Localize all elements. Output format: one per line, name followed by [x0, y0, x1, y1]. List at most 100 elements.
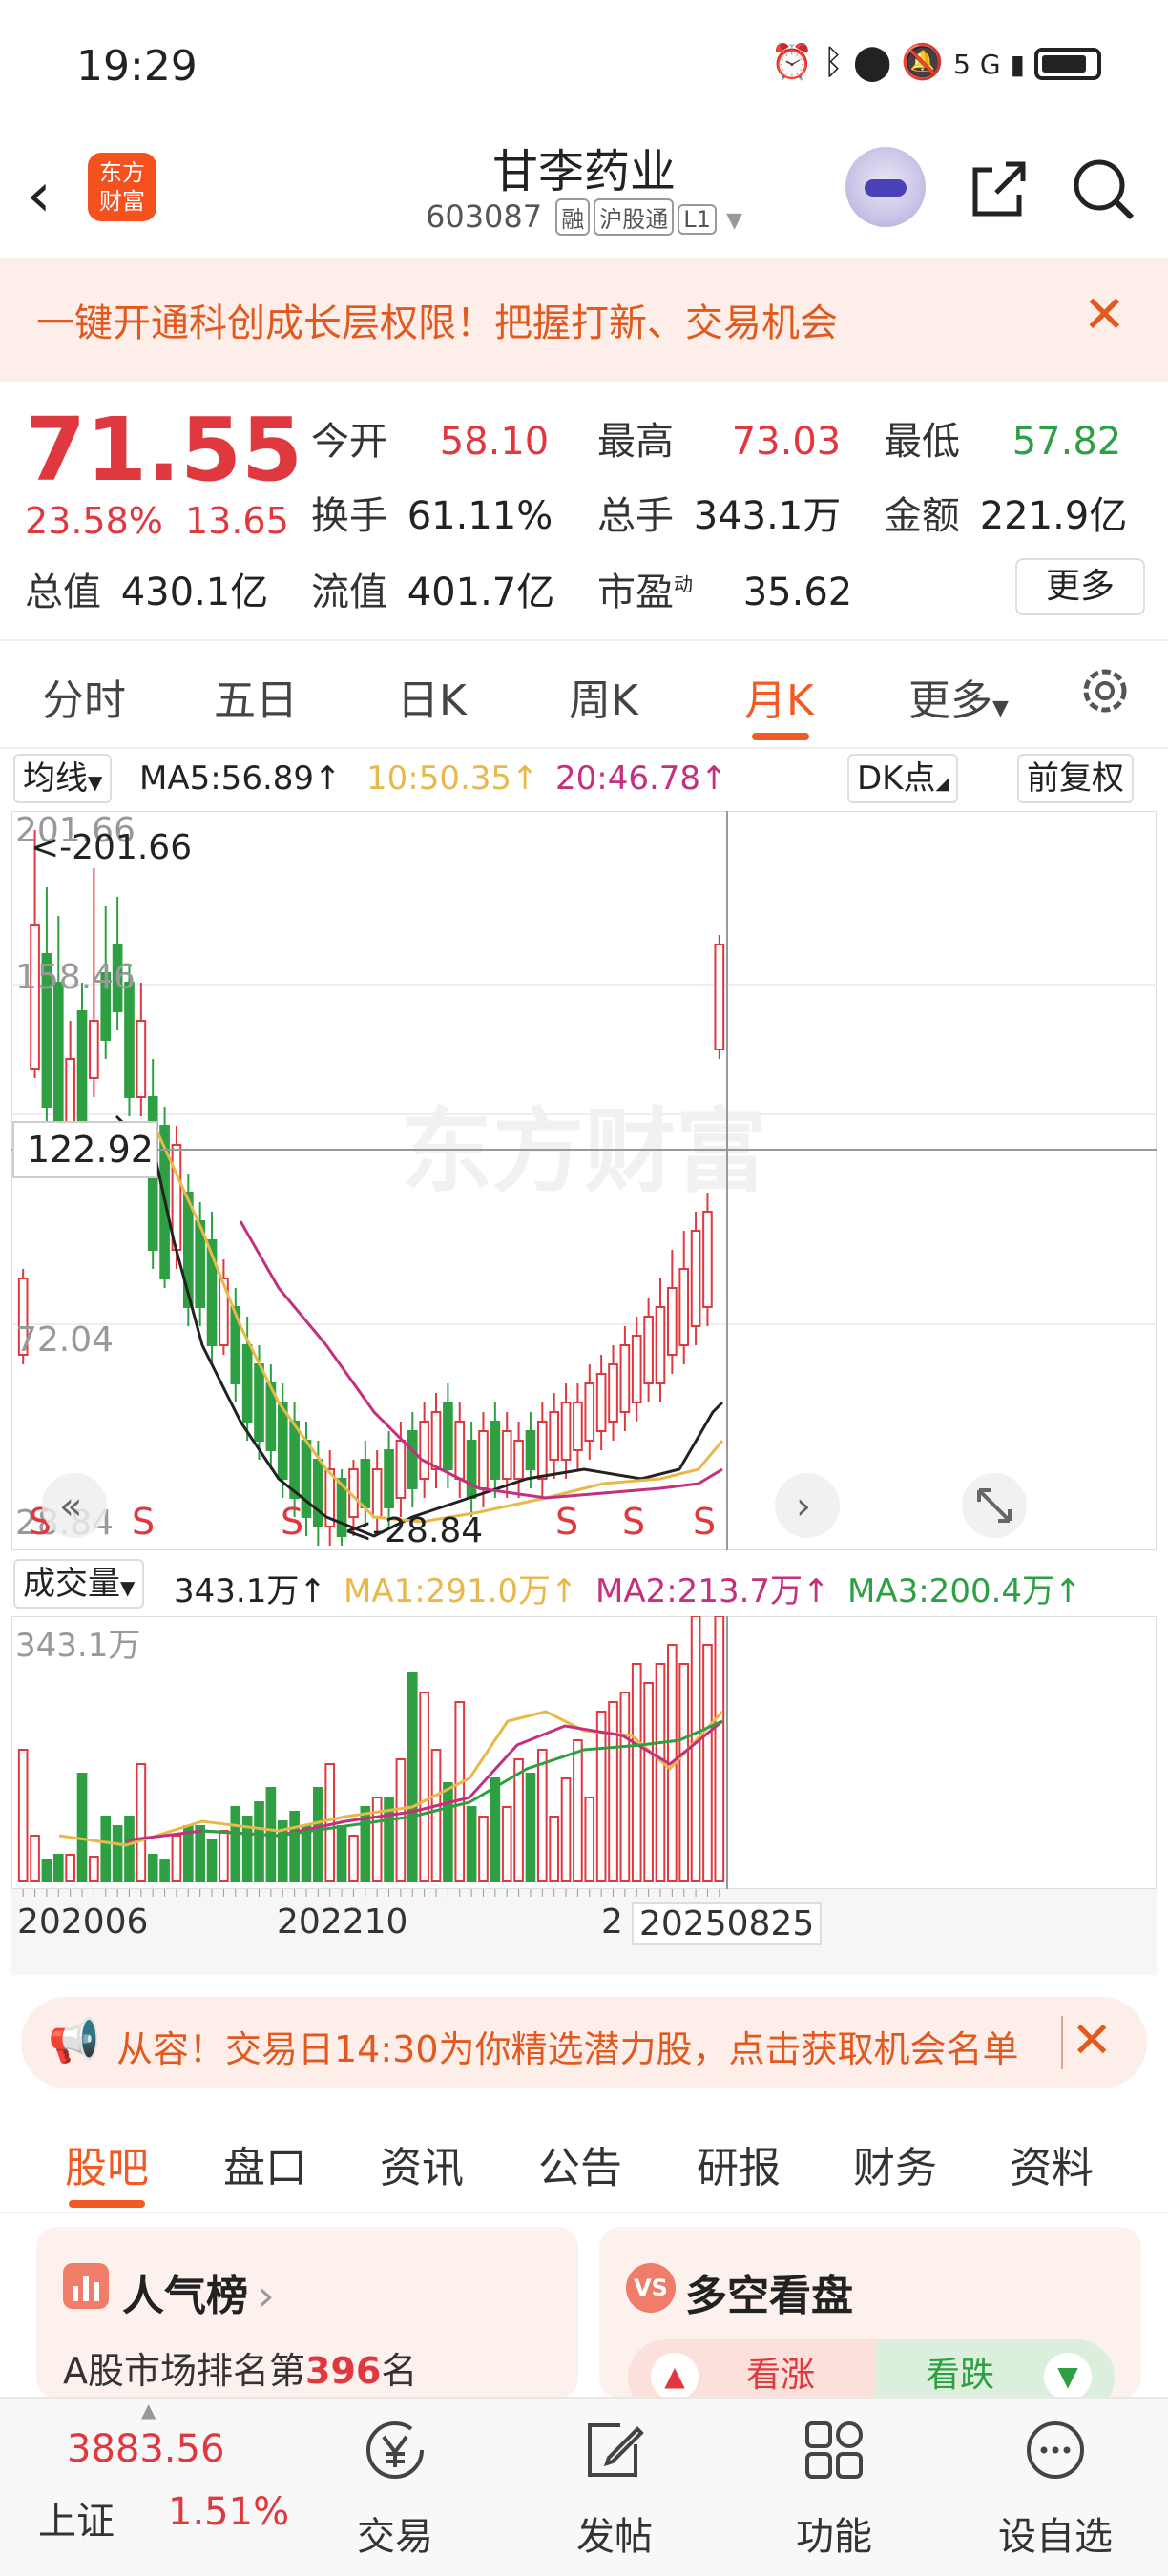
volume-bar	[230, 1806, 241, 1882]
min-marker: <-28.84	[344, 1511, 483, 1550]
volume-bar	[41, 1859, 52, 1882]
tab-research[interactable]: 研报	[697, 2133, 781, 2194]
nav-trade[interactable]: 交易	[300, 2399, 490, 2576]
tab-intraday[interactable]: 分时	[42, 666, 126, 727]
tab-monthly-k[interactable]: 月K	[744, 666, 814, 727]
tab-finance[interactable]: 财务	[853, 2133, 937, 2194]
battery-icon	[1034, 48, 1101, 80]
grid-icon	[805, 2421, 863, 2479]
alarm-icon: ⏰	[770, 43, 824, 82]
tab-profile[interactable]: 资料	[1010, 2133, 1094, 2194]
dropdown-icon: ▼	[992, 696, 1009, 720]
gear-icon[interactable]	[1076, 662, 1134, 719]
arrow-up-icon: ▲	[651, 2353, 699, 2399]
tag-margin: 融	[555, 198, 591, 236]
sentiment-card[interactable]: VS 多空看盘 ▲ 看涨 看跌 ▼	[599, 2227, 1141, 2399]
volume-bar	[702, 1644, 713, 1882]
candle-body	[289, 1421, 300, 1499]
current-price: 71.55	[25, 399, 303, 501]
chevron-right-icon: ›	[258, 2272, 275, 2320]
tab-daily-k[interactable]: 日K	[397, 666, 467, 727]
nav-add-watchlist[interactable]: 设自选	[960, 2399, 1151, 2576]
bearish-button[interactable]: 看跌 ▼	[876, 2339, 1115, 2399]
volume-bar	[112, 1825, 123, 1882]
volume-bar	[419, 1692, 429, 1882]
tag-connect: 沪股通	[594, 198, 675, 236]
volume-bar	[395, 1758, 407, 1882]
dk-point-button[interactable]: DK点◢	[847, 754, 959, 803]
tab-forum[interactable]: 股吧	[65, 2133, 149, 2194]
bullish-button[interactable]: ▲ 看涨	[628, 2339, 876, 2399]
tab-five-day[interactable]: 五日	[214, 666, 298, 727]
tab-orderbook[interactable]: 盘口	[223, 2133, 307, 2194]
candle-body	[714, 944, 725, 1050]
volume-legend-row: 成交量▼ 343.1万↑ MA1:291.0万↑ MA2:213.7万↑ MA3…	[0, 1557, 1168, 1614]
volume-chart[interactable]: 343.1万	[11, 1616, 1157, 1889]
promo-text[interactable]: 一键开通科创成长层权限！把握打新、交易机会	[36, 292, 838, 347]
adjust-button[interactable]: 前复权	[1017, 754, 1134, 803]
ma-selector[interactable]: 均线▼	[13, 754, 113, 803]
close-icon[interactable]: ✕	[1071, 2012, 1113, 2069]
volume-bar	[254, 1801, 264, 1882]
crosshair-value: 122.92	[27, 1129, 154, 1171]
tab-weekly-k[interactable]: 周K	[569, 666, 638, 727]
candle-body	[30, 924, 40, 1070]
volume-bar	[536, 1749, 548, 1882]
index-name: 上证	[38, 2500, 115, 2544]
volume-bar	[560, 1777, 572, 1882]
quote-volume: 总手 343.1万	[597, 494, 842, 538]
ai-assistant-icon[interactable]	[845, 147, 926, 227]
candle-body	[631, 1335, 642, 1403]
caret-up-icon: ▲	[141, 2399, 156, 2421]
kline-chart[interactable]: 东方财富 122.92 201.66 158.46 72.04 28.84 <-…	[11, 811, 1157, 1550]
active-tab-underline	[69, 2200, 145, 2208]
candle-body	[643, 1316, 654, 1384]
candle-body	[124, 982, 135, 1098]
edit-icon	[588, 2423, 644, 2477]
level-dropdown-icon[interactable]: ▼	[726, 209, 742, 233]
volume-bar	[584, 1797, 595, 1882]
more-quote-button[interactable]: 更多	[1015, 558, 1145, 615]
quote-open: 今开 58.10	[311, 420, 550, 464]
signal-s: S	[693, 1501, 716, 1543]
tag-level[interactable]: L1	[678, 204, 717, 235]
volume-selector[interactable]: 成交量▼	[13, 1559, 145, 1609]
popularity-card[interactable]: 人气榜 › A股市场排名第396名	[36, 2227, 578, 2399]
candle-body	[525, 1430, 536, 1470]
volume-bar	[478, 1816, 489, 1882]
tab-news[interactable]: 资讯	[380, 2133, 464, 2194]
chevron-right-icon: ›	[796, 1485, 811, 1528]
volume-bar	[631, 1663, 642, 1882]
volume-bar	[313, 1787, 323, 1882]
nav-functions[interactable]: 功能	[739, 2399, 929, 2576]
y-label-4: 72.04	[15, 1320, 114, 1360]
date-label: 202006	[17, 1902, 149, 1942]
candle-body	[536, 1421, 548, 1480]
nav-post[interactable]: 发帖	[519, 2399, 710, 2576]
candle-body	[501, 1430, 512, 1480]
tab-announcements[interactable]: 公告	[538, 2133, 622, 2194]
ad-banner[interactable]: 📢 从容！交易日14:30为你精选潜力股，点击获取机会名单 ✕	[21, 1997, 1147, 2088]
tab-more[interactable]: 更多▼	[908, 666, 1009, 727]
date-label: 202210	[277, 1902, 408, 1942]
share-icon[interactable]	[964, 155, 1032, 223]
search-icon[interactable]	[1069, 155, 1137, 223]
promo-banner[interactable]: 一键开通科创成长层权限！把握打新、交易机会 ✕	[0, 258, 1168, 382]
date-ticks	[22, 1889, 720, 1897]
close-icon[interactable]: ✕	[1083, 284, 1126, 344]
volume-bar	[643, 1682, 654, 1882]
candle-body	[490, 1421, 501, 1480]
volume-bar	[89, 1856, 99, 1882]
candle-body	[560, 1402, 572, 1461]
volume-bar	[65, 1854, 75, 1882]
index-quote[interactable]: ▲ 3883.56 上证 1.51%	[19, 2399, 289, 2576]
quote-pe: 市盈动 35.62	[597, 571, 853, 614]
candle-body	[478, 1430, 489, 1489]
volume-bar	[430, 1749, 442, 1882]
megaphone-icon: 📢	[48, 2017, 100, 2066]
header: ‹ 东方 财富 甘李药业 603087 融沪股通 L1 ▼	[0, 134, 1168, 258]
volume-bar	[678, 1663, 690, 1882]
quote-turnover: 换手 61.11%	[311, 494, 553, 538]
ad-text[interactable]: 从容！交易日14:30为你精选潜力股，点击获取机会名单	[116, 2020, 1071, 2072]
change-percent: 23.58%	[25, 500, 163, 542]
